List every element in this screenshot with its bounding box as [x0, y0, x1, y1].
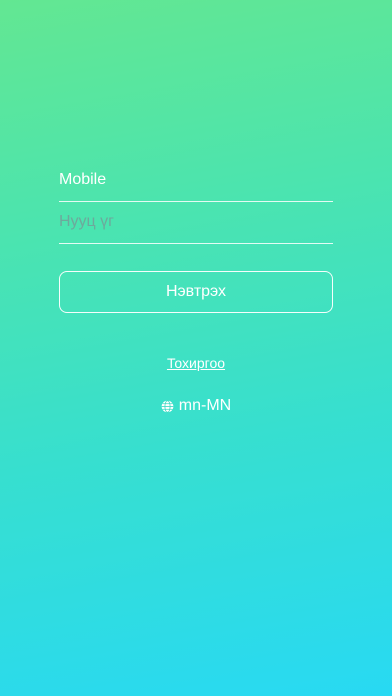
globe-icon	[161, 399, 174, 413]
language-selector[interactable]: mn-MN	[0, 397, 392, 415]
login-button-label: Нэвтрэх	[165, 283, 227, 300]
mobile-input[interactable]	[59, 159, 333, 201]
password-field[interactable]	[59, 201, 333, 244]
settings-link[interactable]: Тохиргоо	[167, 355, 225, 371]
language-label: mn-MN	[178, 397, 232, 414]
settings-link-container: Тохиргоо	[0, 355, 392, 371]
login-button[interactable]: Нэвтрэх	[59, 271, 333, 313]
mobile-field[interactable]	[59, 159, 333, 202]
login-screen: Нэвтрэх Тохиргоо mn-MN	[0, 0, 392, 696]
password-input[interactable]	[59, 201, 333, 243]
